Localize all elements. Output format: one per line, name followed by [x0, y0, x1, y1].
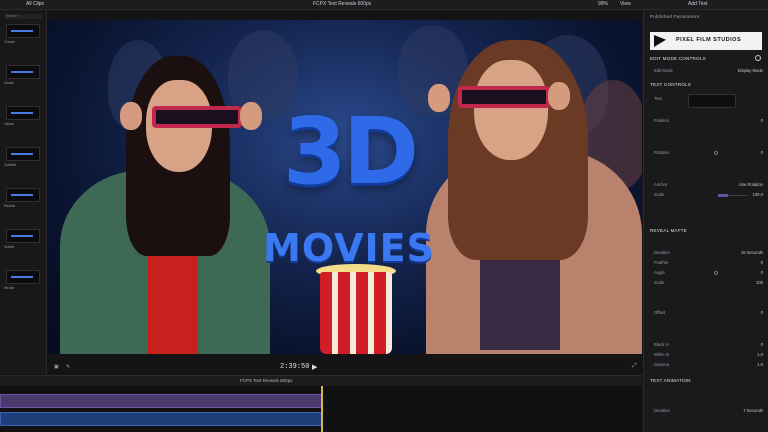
row-label: Position: [654, 118, 669, 123]
browser-item[interactable]: Ostria: [2, 106, 44, 128]
timeline-project-name: FCPX Text Reveals 600px: [240, 378, 293, 383]
inspector-panel: Published Parameters PIXEL FILM STUDIOS …: [643, 10, 768, 432]
row-label: Text: [654, 96, 662, 101]
row-label: Duration: [654, 408, 670, 413]
thumbnail: [6, 270, 40, 284]
brand-name: PIXEL FILM STUDIOS: [676, 37, 742, 43]
offset-value[interactable]: 0: [761, 310, 763, 315]
thumbnail: [6, 147, 40, 161]
titles-browser: Search Create Inside Ostria Outside Reve…: [0, 10, 47, 374]
thumbnail: [6, 229, 40, 243]
browser-item[interactable]: Reveal: [2, 188, 44, 210]
crop-icon[interactable]: ▣: [54, 364, 59, 370]
thumbnail: [6, 24, 40, 38]
anchor-value[interactable]: Use Rotation: [739, 182, 763, 187]
section-text-animation[interactable]: TEXT ANIMATION: [650, 378, 691, 383]
browser-item[interactable]: Create: [2, 24, 44, 46]
browser-item-label: Create: [4, 40, 15, 44]
inspector-title: Add Text: [688, 1, 708, 7]
row-label: Feather: [654, 260, 669, 265]
inspector-header: Published Parameters: [650, 14, 700, 19]
play-icon[interactable]: ▶: [312, 363, 317, 371]
tools-icon[interactable]: ✎: [66, 364, 70, 370]
row-label: Offset: [654, 310, 666, 315]
timeline-header: FCPX Text Reveals 600px: [0, 375, 642, 386]
viewer-controls: ▣ ✎ ▶ ⤢: [48, 362, 642, 374]
zoom-level[interactable]: 99%: [598, 1, 608, 7]
all-clips-label[interactable]: All Clips: [26, 1, 44, 7]
feather-value[interactable]: 0: [761, 260, 763, 265]
settings-icon[interactable]: [755, 55, 761, 61]
section-reveal-matte[interactable]: REVEAL MATTE: [650, 228, 687, 233]
view-menu[interactable]: View: [620, 1, 631, 7]
brand-logo: PIXEL FILM STUDIOS: [650, 32, 762, 50]
gamma-value[interactable]: 1.0: [757, 362, 763, 367]
row-label: Gamma: [654, 362, 669, 367]
thumbnail: [6, 65, 40, 79]
browser-item[interactable]: Outside: [2, 147, 44, 169]
row-label: Black In: [654, 342, 669, 347]
section-text-controls[interactable]: TEXT CONTROLS: [650, 82, 691, 87]
row-label: Duration: [654, 250, 670, 255]
section-edit-mode[interactable]: EDIT MODE CONTROLS: [650, 56, 706, 61]
white-in-value[interactable]: 1.0: [757, 352, 763, 357]
edit-mode-dropdown[interactable]: Display Mode: [738, 68, 763, 73]
duration-value[interactable]: 15 Seconds: [741, 250, 763, 255]
text-input[interactable]: [688, 94, 736, 108]
timecode-display[interactable]: 2:39:50: [280, 363, 309, 371]
row-label: Anchor: [654, 182, 668, 187]
playhead[interactable]: [321, 386, 323, 432]
black-in-value[interactable]: 0: [761, 342, 763, 347]
logo-icon: [654, 35, 666, 47]
thumbnail: [6, 188, 40, 202]
matte-scale-value[interactable]: 100: [756, 280, 763, 285]
title-3d-text: 3D: [282, 98, 419, 205]
row-label: Scale: [654, 280, 665, 285]
row-label: Edit Mode: [654, 68, 673, 73]
title-movies-text: MOVIES: [263, 226, 435, 270]
browser-item-label: Reveal: [4, 204, 16, 208]
row-label: Rotation: [654, 150, 670, 155]
browser-item-label: Inside: [4, 81, 14, 85]
popcorn-bucket: [320, 272, 392, 354]
3d-glasses: [152, 106, 242, 128]
scale-slider[interactable]: [718, 194, 748, 197]
browser-item[interactable]: Subtle: [2, 229, 44, 251]
browser-item-label: Outside: [4, 163, 17, 167]
rotation-dial[interactable]: [714, 151, 718, 155]
browser-item-label: Subtle: [4, 245, 15, 249]
title-clip[interactable]: [0, 394, 322, 408]
video-clip[interactable]: [0, 412, 322, 426]
project-title: FCPX Text Reveals 600px: [313, 1, 372, 7]
video-viewer[interactable]: 3D MOVIES: [48, 20, 642, 354]
top-toolbar: All Clips FCPX Text Reveals 600px 99% Vi…: [0, 0, 768, 10]
browser-item-label: Ostria: [4, 122, 14, 126]
fullscreen-icon[interactable]: ⤢: [632, 363, 637, 370]
hand: [120, 102, 142, 130]
angle-value[interactable]: 0: [761, 270, 763, 275]
browser-item[interactable]: Inside: [2, 65, 44, 87]
face: [474, 60, 548, 160]
scale-value[interactable]: 100.0: [753, 192, 763, 197]
row-label: White In: [654, 352, 670, 357]
thumbnail: [6, 106, 40, 120]
3d-glasses: [458, 86, 550, 108]
row-label: Angle: [654, 270, 665, 275]
row-label: Scale: [654, 192, 665, 197]
browser-item-label: Stroke: [4, 286, 15, 290]
rotation-value[interactable]: 0: [761, 150, 763, 155]
timeline[interactable]: [0, 386, 642, 432]
angle-dial[interactable]: [714, 271, 718, 275]
hand: [548, 82, 570, 110]
browser-item[interactable]: Stroke: [2, 270, 44, 292]
position-value[interactable]: 0: [761, 118, 763, 123]
browser-search-input[interactable]: Search: [4, 14, 42, 19]
animation-duration-value[interactable]: 7 Seconds: [743, 408, 763, 413]
